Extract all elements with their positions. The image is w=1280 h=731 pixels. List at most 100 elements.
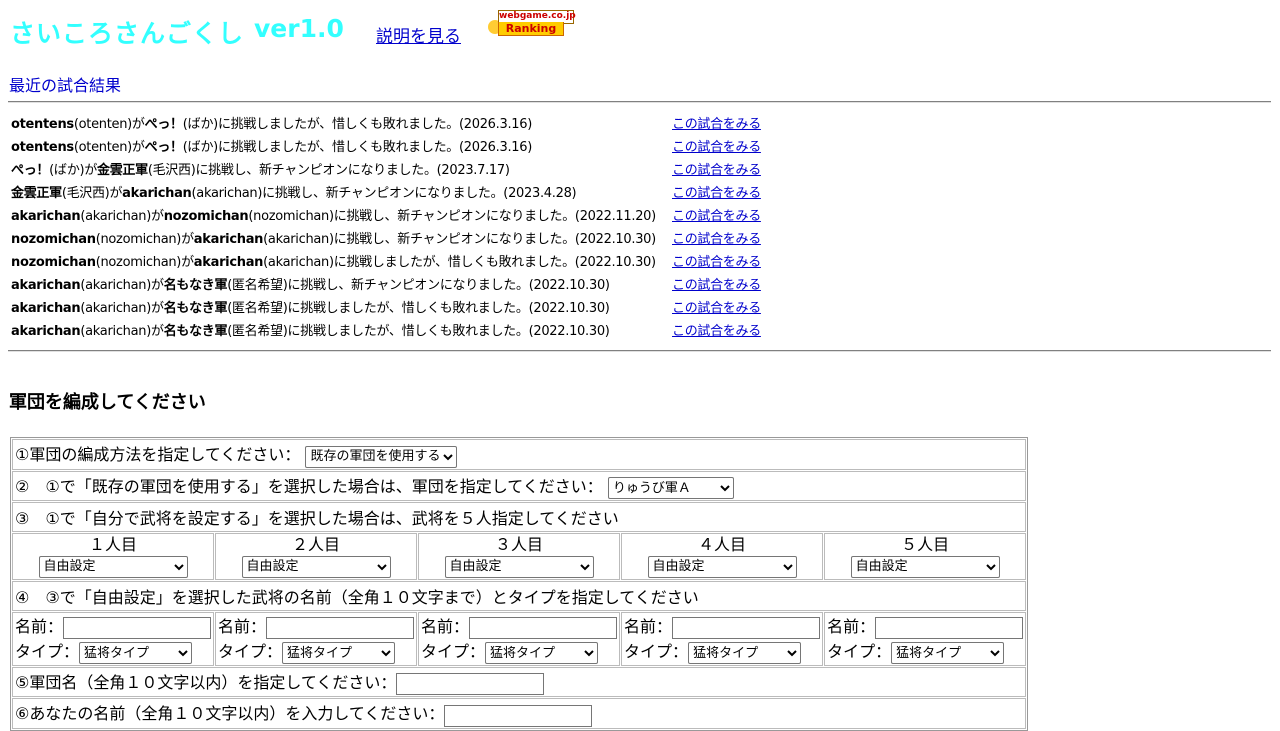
- officer-name-label: 名前：: [827, 616, 876, 636]
- army-form: ①軍団の編成方法を指定してください： 既存の軍団を使用する ② ①で「既存の軍団…: [10, 437, 1029, 731]
- result-detail: (akarichan)に挑戦し、新チャンピオンになりました。(2022.10.3…: [263, 232, 656, 247]
- slot-4-select[interactable]: 自由設定: [647, 555, 797, 578]
- officer-4-name-input[interactable]: [672, 617, 821, 639]
- result-detail: (akarichan)に挑戦しましたが、惜しくも敗れました。(2022.10.3…: [263, 255, 656, 270]
- divider-top: [8, 101, 1271, 103]
- challenger-id: (akarichan)が: [80, 301, 164, 316]
- slot-label: ２人目: [292, 535, 341, 554]
- step2-row: ② ①で「既存の軍団を使用する」を選択した場合は、軍団を指定してください： りゅ…: [12, 470, 1027, 501]
- ranking-badge-bottom: Ranking: [498, 22, 564, 36]
- challenger-name: akarichan: [11, 301, 81, 316]
- slot-label: ３人目: [495, 535, 544, 554]
- form-heading: 軍団を編成してください: [9, 392, 206, 413]
- result-text: akarichan(akarichan)が名もなき軍(匿名希望)に挑戦しましたが…: [11, 324, 610, 339]
- officer-1: 名前： タイプ： 猛将タイプ: [12, 611, 215, 666]
- app-version: ver1.0: [254, 14, 344, 43]
- challenger-name: ぺっ！: [11, 163, 50, 178]
- defender-name: ぺっ！: [144, 117, 183, 132]
- officer-4-type-select[interactable]: 猛将タイプ: [688, 642, 802, 664]
- slot-3-select[interactable]: 自由設定: [444, 555, 594, 578]
- view-match-link[interactable]: この試合をみる: [672, 161, 761, 180]
- step4-row: ④ ③で「自由設定」を選択した武将の名前（全角１０文字まで）とタイプを指定してく…: [12, 580, 1027, 611]
- challenger-id: (毛沢西)が: [61, 186, 123, 201]
- existing-army-select[interactable]: りゅうび軍Ａ: [607, 477, 734, 499]
- officer-type-label: タイプ：: [15, 641, 80, 661]
- slot-label: ５人目: [901, 535, 950, 554]
- view-match-link[interactable]: この試合をみる: [672, 230, 761, 249]
- step5-row: ⑤軍団名（全角１０文字以内）を指定してください：: [12, 666, 1027, 697]
- ranking-badge[interactable]: webgame.co.jp Ranking: [488, 10, 576, 36]
- result-detail: (毛沢西)に挑戦し、新チャンピオンになりました。(2023.7.17): [147, 163, 510, 178]
- challenger-name: akarichan: [11, 209, 81, 224]
- step1-row: ①軍団の編成方法を指定してください： 既存の軍団を使用する: [12, 439, 1027, 470]
- step6-label: ⑥あなたの名前（全角１０文字以内）を入力してください：: [15, 704, 445, 723]
- defender-name: ぺっ！: [144, 140, 183, 155]
- officer-2-name-input[interactable]: [266, 617, 415, 639]
- defender-name: 金雲正軍: [97, 163, 148, 178]
- officer-3-name-input[interactable]: [469, 617, 618, 639]
- view-match-link[interactable]: この試合をみる: [672, 276, 761, 295]
- view-match-link[interactable]: この試合をみる: [672, 207, 761, 226]
- challenger-id: (nozomichan)が: [95, 232, 194, 247]
- result-row: nozomichan(nozomichan)がakarichan(akarich…: [11, 253, 791, 276]
- result-detail: (ばか)に挑戦しましたが、惜しくも敗れました。(2026.3.16): [182, 117, 533, 132]
- formation-method-select[interactable]: 既存の軍団を使用する: [305, 445, 458, 468]
- slot-label: １人目: [89, 535, 138, 554]
- officer-1-type-select[interactable]: 猛将タイプ: [79, 642, 193, 664]
- result-text: 金雲正軍(毛沢西)がakarichan(akarichan)に挑戦し、新チャンピ…: [11, 186, 577, 201]
- divider-bottom: [8, 350, 1271, 352]
- view-match-link[interactable]: この試合をみる: [672, 115, 761, 134]
- slot-1: １人目 自由設定: [12, 533, 215, 580]
- view-match-link[interactable]: この試合をみる: [672, 138, 761, 157]
- officer-name-label: 名前：: [218, 616, 267, 636]
- challenger-name: akarichan: [11, 278, 81, 293]
- step1-label: ①軍団の編成方法を指定してください：: [15, 445, 301, 464]
- slot-3: ３人目 自由設定: [418, 533, 621, 580]
- result-row: akarichan(akarichan)がnozomichan(nozomich…: [11, 207, 791, 230]
- step3-label: ③ ①で「自分で武将を設定する」を選択した場合は、武将を５人指定してください: [15, 509, 619, 528]
- result-detail: (nozomichan)に挑戦し、新チャンピオンになりました。(2022.11.…: [248, 209, 656, 224]
- challenger-name: otentens: [11, 140, 74, 155]
- view-match-link[interactable]: この試合をみる: [672, 184, 761, 203]
- result-row: otentens(otenten)がぺっ！(ばか)に挑戦しましたが、惜しくも敗れ…: [11, 138, 791, 161]
- result-row: 金雲正軍(毛沢西)がakarichan(akarichan)に挑戦し、新チャンピ…: [11, 184, 791, 207]
- officer-4: 名前： タイプ： 猛将タイプ: [621, 611, 824, 666]
- step2-label: ② ①で「既存の軍団を使用する」を選択した場合は、軍団を指定してください：: [15, 476, 603, 496]
- slot-label: ４人目: [698, 535, 747, 554]
- result-row: otentens(otenten)がぺっ！(ばか)に挑戦しましたが、惜しくも敗れ…: [11, 115, 791, 138]
- defender-name: akarichan: [193, 255, 264, 270]
- slot-1-select[interactable]: 自由設定: [38, 555, 188, 578]
- challenger-name: nozomichan: [11, 255, 96, 270]
- challenger-name: otentens: [11, 117, 74, 132]
- recent-results-heading: 最近の試合結果: [9, 76, 122, 95]
- officer-2-type-select[interactable]: 猛将タイプ: [282, 642, 396, 664]
- challenger-id: (akarichan)が: [80, 324, 164, 339]
- result-text: akarichan(akarichan)がnozomichan(nozomich…: [11, 209, 656, 224]
- defender-name: akarichan: [122, 186, 192, 201]
- result-detail: (匿名希望)に挑戦し、新チャンピオンになりました。(2022.10.30): [227, 278, 610, 293]
- challenger-name: 金雲正軍: [11, 186, 62, 201]
- view-match-link[interactable]: この試合をみる: [672, 299, 761, 318]
- player-name-input[interactable]: [444, 704, 593, 727]
- result-row: ぺっ！(ばか)が金雲正軍(毛沢西)に挑戦し、新チャンピオンになりました。(202…: [11, 161, 791, 184]
- view-match-link[interactable]: この試合をみる: [672, 253, 761, 272]
- officer-type-label: タイプ：: [624, 641, 689, 661]
- officer-1-name-input[interactable]: [63, 617, 212, 639]
- result-text: akarichan(akarichan)が名もなき軍(匿名希望)に挑戦し、新チャ…: [11, 278, 610, 293]
- officer-name-label: 名前：: [421, 616, 470, 636]
- officer-3-type-select[interactable]: 猛将タイプ: [485, 642, 599, 664]
- help-link[interactable]: 説明を見る: [376, 22, 461, 47]
- result-text: ぺっ！(ばか)が金雲正軍(毛沢西)に挑戦し、新チャンピオンになりました。(202…: [11, 163, 510, 178]
- officer-5-type-select[interactable]: 猛将タイプ: [891, 642, 1005, 664]
- app-title: さいころさんごくし: [10, 19, 245, 48]
- slot-2: ２人目 自由設定: [215, 533, 418, 580]
- slot-4: ４人目 自由設定: [621, 533, 824, 580]
- slot-5-select[interactable]: 自由設定: [850, 555, 1000, 578]
- recent-results-list: otentens(otenten)がぺっ！(ばか)に挑戦しましたが、惜しくも敗れ…: [11, 115, 791, 345]
- defender-name: 名もなき軍: [163, 324, 228, 339]
- slot-2-select[interactable]: 自由設定: [241, 555, 391, 578]
- view-match-link[interactable]: この試合をみる: [672, 322, 761, 341]
- result-text: otentens(otenten)がぺっ！(ばか)に挑戦しましたが、惜しくも敗れ…: [11, 140, 532, 155]
- officer-5-name-input[interactable]: [875, 617, 1024, 639]
- army-name-input[interactable]: [396, 673, 545, 695]
